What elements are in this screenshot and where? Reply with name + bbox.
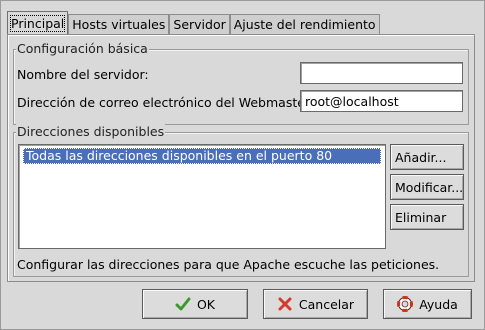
tab-virtual-hosts-label: Hosts virtuales — [72, 17, 166, 32]
cancel-button[interactable]: Cancelar — [263, 289, 368, 319]
basic-config-frame — [13, 49, 469, 125]
edit-button-label: Modificar... — [395, 179, 464, 195]
addresses-title: Direcciones disponibles — [16, 124, 166, 139]
server-name-input[interactable] — [300, 62, 463, 84]
tab-server[interactable]: Servidor — [169, 14, 230, 34]
tab-virtual-hosts[interactable]: Hosts virtuales — [68, 14, 170, 34]
lifebuoy-icon — [397, 296, 414, 312]
tab-panel: Configuración básica Nombre del servidor… — [7, 34, 475, 282]
edit-button[interactable]: Modificar... — [390, 174, 464, 200]
checkmark-icon — [175, 296, 191, 312]
tab-performance-label: Ajuste del rendimiento — [233, 17, 376, 32]
tab-bar: Principal Hosts virtuales Servidor Ajust… — [7, 11, 380, 34]
tab-server-label: Servidor — [173, 17, 226, 32]
dialog-window: Principal Hosts virtuales Servidor Ajust… — [0, 0, 485, 330]
email-input[interactable] — [300, 90, 463, 112]
tab-performance[interactable]: Ajuste del rendimiento — [229, 14, 380, 34]
add-button[interactable]: Añadir... — [390, 144, 464, 170]
delete-button[interactable]: Eliminar — [390, 204, 464, 230]
ok-button[interactable]: OK — [142, 289, 248, 319]
cancel-button-label: Cancelar — [298, 296, 355, 312]
help-button-label: Ayuda — [419, 296, 458, 312]
tab-principal-label: Principal — [9, 14, 66, 32]
server-name-label: Nombre del servidor: — [17, 67, 149, 82]
cross-icon — [277, 296, 293, 312]
addresses-list[interactable]: Todas las direcciones disponibles en el … — [18, 144, 386, 249]
address-list-item[interactable]: Todas las direcciones disponibles en el … — [23, 148, 381, 164]
add-button-label: Añadir... — [395, 149, 447, 165]
tab-principal[interactable]: Principal — [7, 11, 69, 34]
basic-config-title: Configuración básica — [16, 41, 149, 56]
delete-button-label: Eliminar — [395, 209, 447, 225]
email-label: Dirección de correo electrónico del Webm… — [17, 95, 315, 110]
help-button[interactable]: Ayuda — [383, 289, 472, 319]
ok-button-label: OK — [196, 296, 216, 312]
addresses-note: Configurar las direcciones para que Apac… — [17, 257, 440, 272]
